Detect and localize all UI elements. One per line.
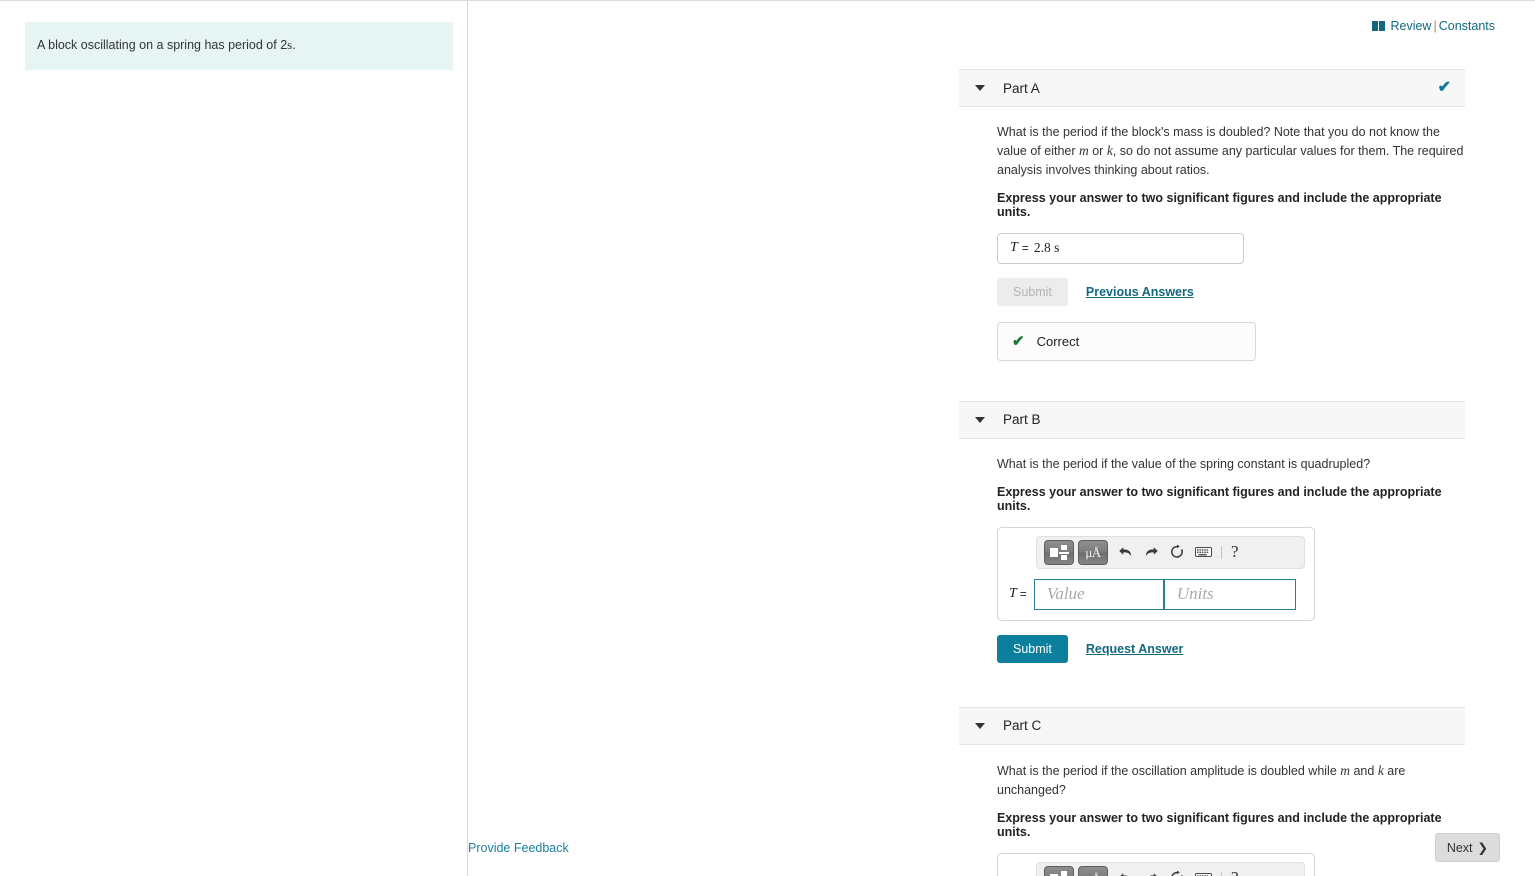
problem-statement: A block oscillating on a spring has peri… bbox=[25, 22, 453, 70]
problem-statement-suffix: . bbox=[292, 38, 296, 52]
part-b-units-input[interactable]: Units bbox=[1163, 578, 1296, 610]
constants-link[interactable]: Constants bbox=[1439, 19, 1495, 33]
toolbar-divider bbox=[1221, 871, 1222, 876]
question-var-m: m bbox=[1079, 143, 1089, 159]
help-icon[interactable]: ? bbox=[1227, 542, 1243, 562]
part-b-question: What is the period if the value of the s… bbox=[997, 455, 1465, 473]
collapse-caret-icon[interactable] bbox=[975, 722, 985, 729]
question-text-2: and bbox=[1350, 763, 1378, 778]
units-button-label: μÅ bbox=[1085, 872, 1101, 876]
keyboard-icon[interactable] bbox=[1190, 865, 1216, 876]
page-root: A block oscillating on a spring has peri… bbox=[0, 0, 1535, 876]
question-text-2: or bbox=[1088, 144, 1107, 159]
reset-icon[interactable] bbox=[1164, 865, 1190, 876]
book-icon bbox=[1372, 20, 1386, 31]
question-text-1: What is the period if the oscillation am… bbox=[997, 763, 1341, 778]
part-b-button-row: Submit Request Answer bbox=[997, 634, 1465, 663]
units-button-label: μÅ bbox=[1085, 544, 1101, 560]
part-b-instruction: Express your answer to two significant f… bbox=[997, 484, 1442, 513]
part-c-question: What is the period if the oscillation am… bbox=[997, 761, 1465, 799]
problem-statement-text: A block oscillating on a spring has peri… bbox=[37, 38, 288, 52]
redo-icon[interactable] bbox=[1138, 865, 1164, 876]
toolbar-divider bbox=[1221, 545, 1222, 559]
part-a-answer-label: T bbox=[1010, 240, 1018, 256]
part-b-submit-button[interactable]: Submit bbox=[997, 634, 1068, 663]
part-b-header[interactable]: Part B bbox=[959, 400, 1465, 439]
redo-icon[interactable] bbox=[1138, 539, 1164, 565]
footer: Provide Feedback Next ❯ bbox=[468, 833, 1500, 862]
part-a-instruction: Express your answer to two significant f… bbox=[997, 190, 1442, 219]
reset-icon[interactable] bbox=[1164, 539, 1190, 565]
part-b-request-answer-link[interactable]: Request Answer bbox=[1086, 642, 1183, 656]
next-button[interactable]: Next ❯ bbox=[1434, 833, 1500, 862]
chevron-right-icon: ❯ bbox=[1477, 841, 1488, 855]
part-a-feedback-label: Correct bbox=[1036, 333, 1080, 349]
part-b-title: Part B bbox=[1003, 412, 1041, 428]
part-a-answer-field[interactable]: T = 2.8 s bbox=[997, 232, 1244, 264]
part-b-input-row: T = Value Units bbox=[1007, 578, 1305, 610]
part-c-math-toolbar: μÅ bbox=[1036, 861, 1305, 876]
keyboard-icon[interactable] bbox=[1190, 539, 1216, 565]
question-var-m: m bbox=[1340, 762, 1350, 778]
part-a-status-check-icon: ✔ bbox=[1437, 79, 1451, 96]
help-icon[interactable]: ? bbox=[1227, 868, 1243, 876]
undo-icon[interactable] bbox=[1112, 865, 1138, 876]
part-a-previous-answers-link[interactable]: Previous Answers bbox=[1086, 285, 1194, 299]
question-text-1: What is the period if the value of the s… bbox=[997, 456, 1371, 471]
part-a-button-row: Submit Previous Answers bbox=[997, 277, 1465, 306]
part-a-submit-button[interactable]: Submit bbox=[997, 277, 1068, 306]
top-links: Review | Constants bbox=[468, 1, 1535, 33]
links-separator: | bbox=[1433, 19, 1437, 33]
part-a-header[interactable]: Part A ✔ bbox=[959, 69, 1465, 107]
next-button-label: Next bbox=[1446, 840, 1473, 855]
part-b-body: What is the period if the value of the s… bbox=[959, 439, 1465, 689]
correct-check-icon: ✔ bbox=[1012, 332, 1025, 350]
math-template-icon[interactable] bbox=[1044, 539, 1074, 565]
part-a-feedback-box: ✔ Correct bbox=[997, 321, 1256, 361]
micro-angstrom-icon[interactable]: μÅ bbox=[1078, 539, 1108, 565]
provide-feedback-link[interactable]: Provide Feedback bbox=[468, 841, 569, 855]
part-b-equals: = bbox=[1019, 587, 1027, 602]
part-b-math-widget: μÅ ? T = Value Units bbox=[997, 526, 1315, 621]
part-c-title: Part C bbox=[1003, 718, 1042, 734]
micro-angstrom-icon[interactable]: μÅ bbox=[1078, 865, 1108, 876]
part-a-body: What is the period if the block's mass i… bbox=[959, 107, 1465, 371]
part-b-value-input[interactable]: Value bbox=[1033, 578, 1164, 610]
collapse-caret-icon[interactable] bbox=[975, 416, 985, 423]
math-template-icon[interactable] bbox=[1044, 865, 1074, 876]
parts-container: Part A ✔ What is the period if the block… bbox=[959, 69, 1465, 876]
part-c-header[interactable]: Part C bbox=[959, 706, 1465, 745]
part-b-math-toolbar: μÅ ? bbox=[1036, 535, 1305, 569]
undo-icon[interactable] bbox=[1112, 539, 1138, 565]
right-panel: Review | Constants Part A ✔ What is the pe… bbox=[468, 1, 1535, 876]
part-a-question: What is the period if the block's mass i… bbox=[997, 123, 1465, 179]
part-a-title: Part A bbox=[1003, 80, 1040, 96]
part-a-equals: = bbox=[1021, 241, 1029, 256]
part-b-answer-label: T bbox=[1009, 586, 1017, 602]
collapse-caret-icon[interactable] bbox=[975, 85, 985, 91]
review-link[interactable]: Review bbox=[1390, 19, 1431, 33]
left-panel: A block oscillating on a spring has peri… bbox=[0, 1, 468, 876]
part-a-answer-value: 2.8 s bbox=[1033, 240, 1060, 256]
